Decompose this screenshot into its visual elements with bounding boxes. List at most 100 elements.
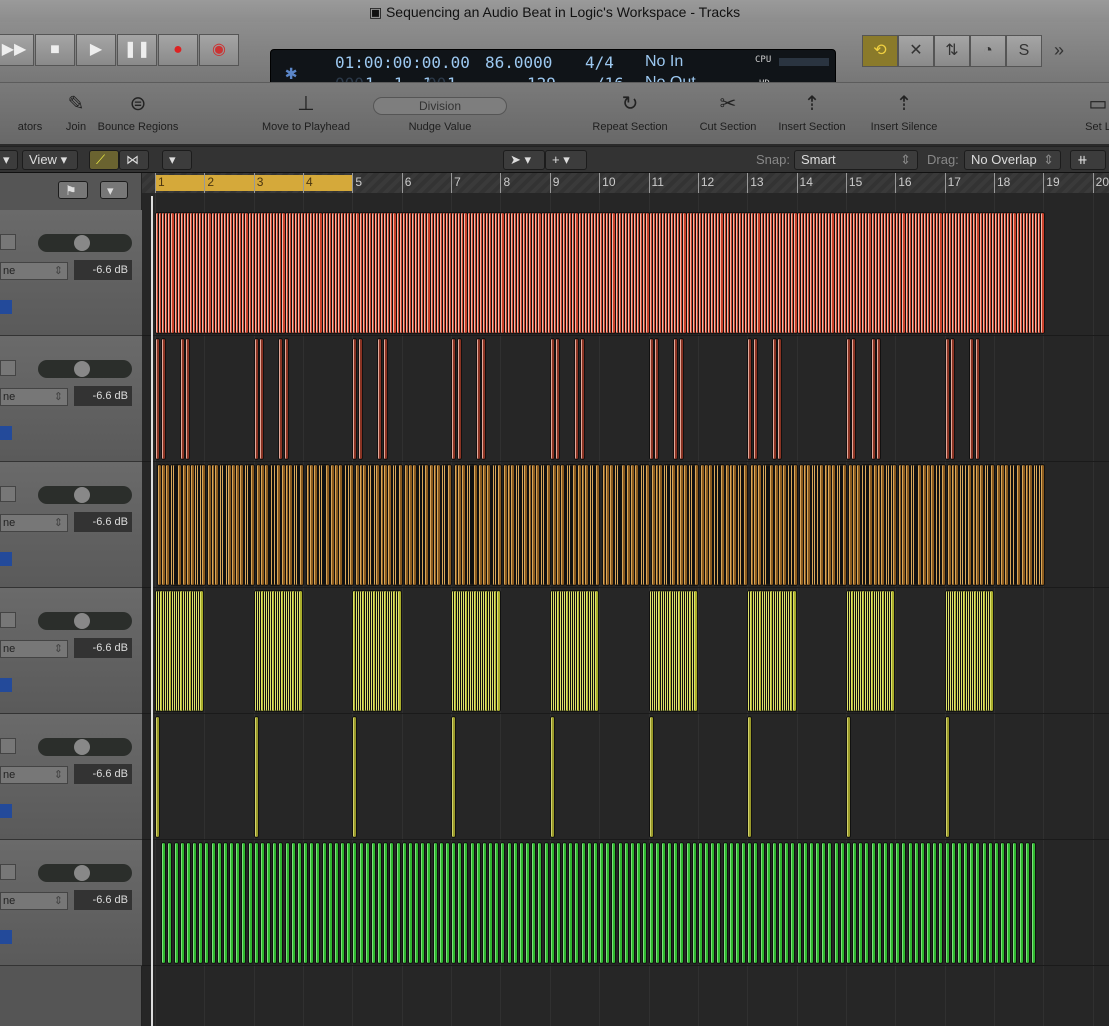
audio-region[interactable]: [574, 842, 580, 964]
audio-region[interactable]: [673, 842, 679, 964]
audio-region[interactable]: [956, 842, 962, 964]
audio-region[interactable]: [451, 716, 457, 838]
view-menu[interactable]: View ▾: [22, 150, 78, 170]
audio-region[interactable]: [654, 338, 660, 460]
audio-region[interactable]: [821, 842, 827, 964]
pointer-tool[interactable]: ➤ ▾: [503, 150, 545, 170]
audio-region[interactable]: [512, 842, 518, 964]
audio-region[interactable]: [321, 842, 327, 964]
tempo[interactable]: 86.0000: [485, 53, 552, 72]
slider-knob[interactable]: [74, 487, 90, 503]
global-tracks-icon[interactable]: ▾: [100, 181, 128, 199]
audio-region[interactable]: [747, 716, 753, 838]
input-monitor-button[interactable]: [0, 300, 12, 314]
audio-region[interactable]: [808, 842, 814, 964]
audio-region[interactable]: [155, 338, 160, 460]
audio-region[interactable]: [845, 338, 851, 460]
audio-region[interactable]: [592, 842, 598, 964]
audio-region[interactable]: [747, 338, 753, 460]
audio-region[interactable]: [777, 338, 783, 460]
secondary-tool[interactable]: + ▾: [545, 150, 587, 170]
audio-region[interactable]: [845, 716, 851, 838]
audio-region[interactable]: [926, 842, 932, 964]
audio-region[interactable]: [568, 842, 574, 964]
audio-region[interactable]: [594, 590, 600, 712]
audio-region[interactable]: [642, 842, 648, 964]
audio-region[interactable]: [611, 842, 617, 964]
flex-icon[interactable]: ⋈: [119, 150, 149, 170]
audio-region[interactable]: [981, 842, 987, 964]
audio-region[interactable]: [160, 338, 166, 460]
audio-region[interactable]: [358, 842, 364, 964]
audio-region[interactable]: [975, 842, 981, 964]
audio-region[interactable]: [167, 842, 173, 964]
audio-region[interactable]: [944, 716, 950, 838]
audio-region[interactable]: [525, 842, 531, 964]
more-icon[interactable]: »: [1054, 40, 1064, 61]
audio-region[interactable]: [155, 716, 160, 838]
audio-region[interactable]: [299, 464, 305, 586]
audio-region[interactable]: [374, 464, 380, 586]
input-monitor-button[interactable]: [0, 804, 12, 818]
audio-region[interactable]: [694, 464, 700, 586]
audio-region[interactable]: [969, 842, 975, 964]
automation-icon[interactable]: [0, 486, 16, 502]
volume-slider[interactable]: [38, 360, 132, 378]
audio-region[interactable]: [851, 338, 857, 460]
audio-region[interactable]: [494, 842, 500, 964]
audio-region[interactable]: [303, 842, 309, 964]
audio-region[interactable]: [1039, 464, 1045, 586]
audio-region[interactable]: [204, 842, 210, 964]
audio-region[interactable]: [199, 590, 205, 712]
audio-region[interactable]: [296, 842, 302, 964]
edit-menu[interactable]: ▾: [0, 150, 18, 170]
audio-region[interactable]: [660, 842, 666, 964]
audio-region[interactable]: [266, 842, 272, 964]
volume-slider[interactable]: [38, 234, 132, 252]
audio-region[interactable]: [500, 842, 506, 964]
audio-region[interactable]: [990, 464, 996, 586]
audio-region[interactable]: [555, 842, 561, 964]
catch-icon[interactable]: ▾: [162, 150, 192, 170]
audio-region[interactable]: [1018, 842, 1024, 964]
audio-region[interactable]: [457, 842, 463, 964]
audio-region[interactable]: [283, 338, 289, 460]
audio-region[interactable]: [586, 842, 592, 964]
audio-region[interactable]: [876, 338, 882, 460]
audio-region[interactable]: [290, 842, 296, 964]
audio-region[interactable]: [890, 590, 896, 712]
audio-region[interactable]: [692, 590, 698, 712]
volume-slider[interactable]: [38, 486, 132, 504]
audio-region[interactable]: [383, 842, 389, 964]
audio-region[interactable]: [537, 842, 543, 964]
play-button[interactable]: ▶: [76, 34, 116, 66]
audio-region[interactable]: [216, 842, 222, 964]
slider-knob[interactable]: [74, 235, 90, 251]
audio-region[interactable]: [395, 842, 401, 964]
slider-knob[interactable]: [74, 865, 90, 881]
slider-knob[interactable]: [74, 613, 90, 629]
toolbar-insert-silence[interactable]: ⇡ Insert Silence: [864, 83, 944, 145]
audio-region[interactable]: [543, 842, 549, 964]
audio-region[interactable]: [357, 338, 363, 460]
toolbar-cut-section[interactable]: ✂ Cut Section: [688, 83, 768, 145]
audio-region[interactable]: [352, 842, 358, 964]
audio-region[interactable]: [173, 842, 179, 964]
audio-region[interactable]: [327, 842, 333, 964]
track-options-icon[interactable]: ⚑: [58, 181, 88, 199]
audio-region[interactable]: [481, 842, 487, 964]
audio-region[interactable]: [707, 464, 713, 586]
audio-region[interactable]: [580, 842, 586, 964]
pause-button[interactable]: ❚❚: [117, 34, 157, 66]
audio-region[interactable]: [673, 338, 679, 460]
audio-region[interactable]: [944, 842, 950, 964]
audio-region[interactable]: [340, 842, 346, 964]
audio-region[interactable]: [522, 464, 528, 586]
track-lane[interactable]: [142, 336, 1109, 462]
audio-region[interactable]: [438, 842, 444, 964]
audio-region[interactable]: [518, 842, 524, 964]
replace-button[interactable]: ✕: [898, 35, 934, 67]
audio-region[interactable]: [420, 842, 426, 964]
audio-region[interactable]: [253, 842, 259, 964]
audio-region[interactable]: [944, 338, 950, 460]
